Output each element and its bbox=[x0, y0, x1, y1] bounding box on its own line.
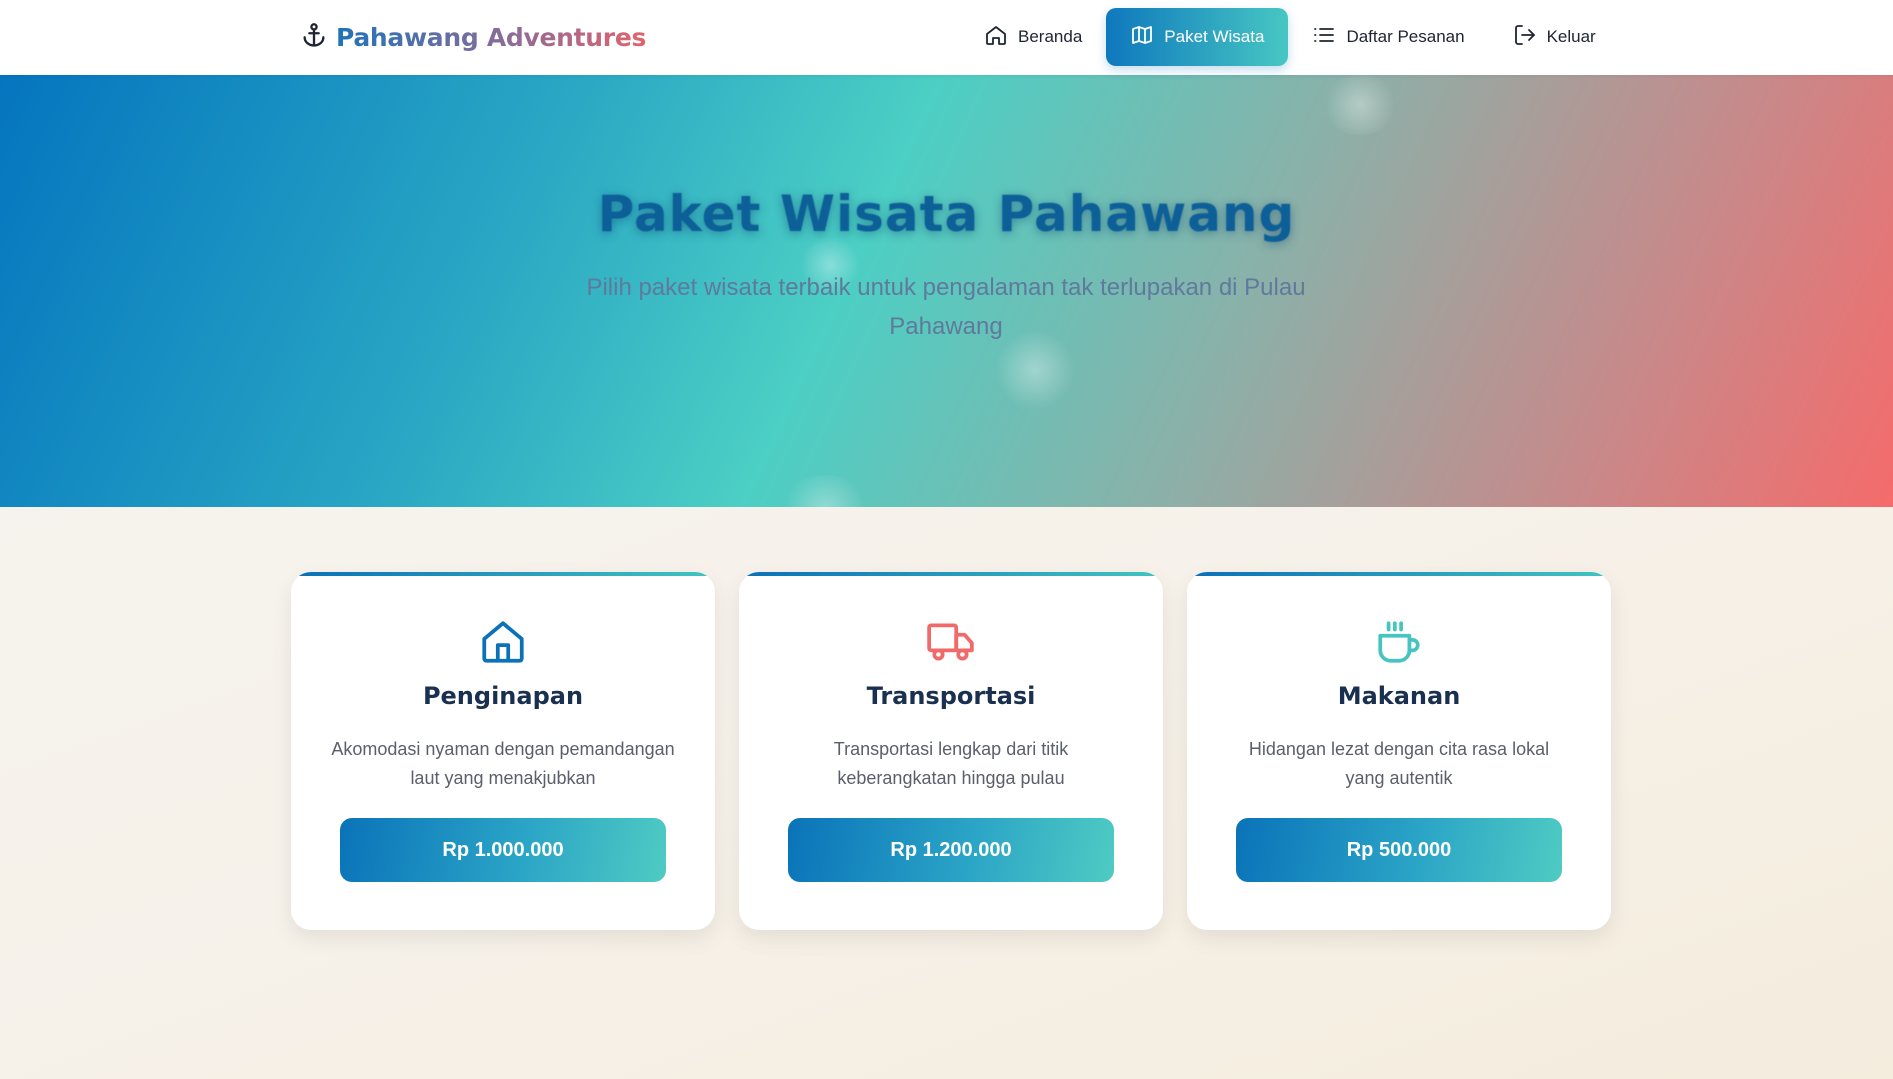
card-description: Transportasi lengkap dari titik keberang… bbox=[833, 739, 1069, 788]
package-card-penginapan: Penginapan Akomodasi nyaman dengan peman… bbox=[291, 572, 715, 930]
price-button[interactable]: Rp 1.200.000 bbox=[788, 818, 1114, 882]
price-button[interactable]: Rp 500.000 bbox=[1236, 818, 1562, 882]
list-icon bbox=[1312, 23, 1336, 52]
card-title: Makanan bbox=[1337, 682, 1461, 710]
card-title: Penginapan bbox=[422, 682, 584, 710]
price-button[interactable]: Rp 1.000.000 bbox=[340, 818, 666, 882]
decorative-bubble bbox=[780, 475, 870, 507]
brand[interactable]: Pahawang Adventures bbox=[300, 20, 646, 54]
logout-icon bbox=[1513, 23, 1537, 52]
nav-item-beranda[interactable]: Beranda bbox=[960, 8, 1106, 66]
card-description: Hidangan lezat dengan cita rasa lokal ya… bbox=[1248, 739, 1550, 788]
package-card-transportasi: Transportasi Transportasi lengkap dari t… bbox=[739, 572, 1163, 930]
nav-item-daftar-pesanan[interactable]: Daftar Pesanan bbox=[1288, 8, 1488, 66]
hero-banner: Paket Wisata Pahawang Pilih paket wisata… bbox=[0, 75, 1893, 507]
card-title: Transportasi bbox=[866, 682, 1036, 710]
nav-item-label: Paket Wisata bbox=[1164, 27, 1265, 46]
nav-item-label: Daftar Pesanan bbox=[1346, 27, 1465, 46]
truck-icon bbox=[925, 616, 977, 668]
nav-item-keluar[interactable]: Keluar bbox=[1489, 8, 1620, 66]
nav-item-paket-wisata[interactable]: Paket Wisata bbox=[1106, 8, 1289, 66]
nav-item-label: Keluar bbox=[1546, 27, 1596, 46]
hero-subtitle: Pilih paket wisata terbaik untuk pengala… bbox=[586, 274, 1306, 340]
coffee-cup-icon bbox=[1373, 616, 1425, 668]
nav-menu: Beranda Paket Wisata Daftar Pesanan Kelu… bbox=[960, 8, 1620, 66]
brand-name: Pahawang Adventures bbox=[336, 22, 647, 52]
house-icon bbox=[477, 616, 529, 668]
map-icon bbox=[1130, 23, 1154, 52]
nav-item-label: Beranda bbox=[1018, 27, 1083, 46]
decorative-bubble bbox=[1320, 75, 1400, 135]
home-icon bbox=[984, 23, 1008, 52]
package-card-makanan: Makanan Hidangan lezat dengan cita rasa … bbox=[1187, 572, 1611, 930]
anchor-icon bbox=[300, 21, 328, 54]
top-navbar: Pahawang Adventures Beranda Paket Wisata bbox=[0, 0, 1893, 75]
hero-title: Paket Wisata Pahawang bbox=[597, 185, 1296, 243]
card-description: Akomodasi nyaman dengan pemandangan laut… bbox=[331, 739, 675, 788]
